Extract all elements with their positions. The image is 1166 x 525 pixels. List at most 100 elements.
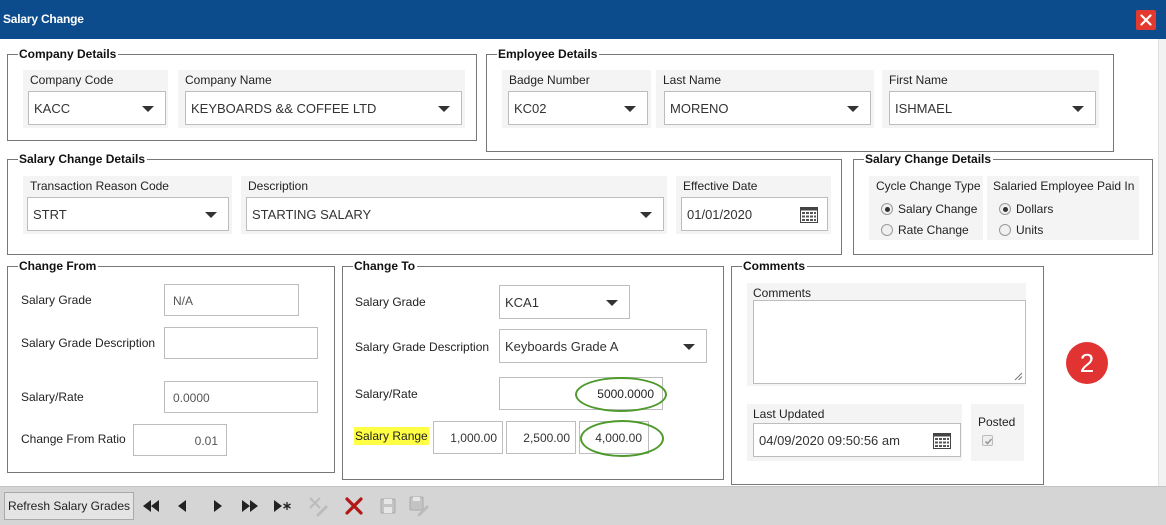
radio-dollars[interactable]: Dollars <box>999 202 1053 216</box>
comments-legend: Comments <box>743 259 806 273</box>
company-code-value: KACC <box>34 101 71 116</box>
salary-change-options-legend: Salary Change Details <box>865 152 992 166</box>
first-name-value: ISHMAEL <box>895 101 953 116</box>
company-details-legend: Company Details <box>19 47 117 61</box>
delete-icon[interactable] <box>343 495 365 517</box>
paid-in-group: Salaried Employee Paid In Dollars Units <box>987 176 1139 240</box>
transaction-reason-code-select[interactable]: STRT <box>27 197 229 231</box>
last-name-group: Last Name MORENO <box>656 70 874 128</box>
salary-range-min-value: 1,000.00 <box>450 431 497 445</box>
new-record-icon[interactable] <box>271 495 293 517</box>
salary-range-max-highlight-oval <box>580 420 664 457</box>
salary-range-label: Salary Range <box>354 427 429 445</box>
last-updated-input[interactable]: 04/09/2020 09:50:56 am <box>753 423 961 457</box>
company-name-group: Company Name KEYBOARDS && COFFEE LTD <box>178 70 465 128</box>
change-to-salary-rate-label: Salary/Rate <box>355 387 418 401</box>
last-updated-value: 04/09/2020 09:50:56 am <box>759 433 900 448</box>
paid-in-label: Salaried Employee Paid In <box>993 179 1135 193</box>
chevron-down-icon <box>438 106 450 112</box>
calendar-icon[interactable] <box>800 207 818 223</box>
save-icon[interactable] <box>377 495 399 517</box>
description-group: Description STARTING SALARY <box>241 176 667 234</box>
transaction-reason-code-label: Transaction Reason Code <box>30 179 169 193</box>
first-record-icon[interactable] <box>140 495 162 517</box>
transaction-reason-code-group: Transaction Reason Code STRT <box>23 176 232 234</box>
effective-date-value: 01/01/2020 <box>687 207 753 222</box>
description-select[interactable]: STARTING SALARY <box>246 197 664 231</box>
resize-grip-icon[interactable] <box>1014 372 1023 381</box>
transaction-reason-code-value: STRT <box>33 207 67 222</box>
change-from-ratio-value: 0.01 <box>194 434 218 448</box>
salary-range-label-text: Salary Range <box>354 427 429 445</box>
last-updated-label: Last Updated <box>753 407 825 421</box>
badge-number-select[interactable]: KC02 <box>508 91 648 125</box>
chevron-down-icon <box>142 106 154 112</box>
last-updated-group: Last Updated 04/09/2020 09:50:56 am <box>747 404 962 461</box>
comments-label: Comments <box>753 286 812 300</box>
chevron-down-icon <box>624 106 636 112</box>
radio-rate-change[interactable]: Rate Change <box>881 223 969 237</box>
last-record-icon[interactable] <box>239 495 261 517</box>
effective-date-label: Effective Date <box>683 179 758 193</box>
effective-date-input[interactable]: 01/01/2020 <box>681 197 828 231</box>
chevron-down-icon <box>1072 106 1084 112</box>
radio-button-icon[interactable] <box>881 224 893 236</box>
description-label: Description <box>248 179 309 193</box>
effective-date-group: Effective Date 01/01/2020 <box>676 176 831 234</box>
radio-units-label: Units <box>1016 223 1044 237</box>
change-from-legend: Change From <box>19 259 97 273</box>
chevron-down-icon <box>640 212 652 218</box>
change-to-legend: Change To <box>354 259 416 273</box>
change-to-grade-description-label: Salary Grade Description <box>355 340 490 354</box>
posted-checkbox[interactable] <box>982 435 993 446</box>
company-name-label: Company Name <box>185 73 272 87</box>
company-name-select[interactable]: KEYBOARDS && COFFEE LTD <box>185 91 462 125</box>
radio-salary-change-label: Salary Change <box>898 202 978 216</box>
close-button[interactable] <box>1136 10 1156 30</box>
change-from-ratio-input[interactable]: 0.01 <box>133 424 227 456</box>
change-to-grade-description-select[interactable]: Keyboards Grade A <box>499 329 707 363</box>
radio-units[interactable]: Units <box>999 223 1043 237</box>
change-to-salary-grade-value: KCA1 <box>505 295 539 310</box>
company-code-select[interactable]: KACC <box>28 91 166 125</box>
change-from-salary-rate-input[interactable]: 0.0000 <box>164 381 318 413</box>
chevron-down-icon <box>606 300 618 306</box>
change-to-grade-description-value: Keyboards Grade A <box>505 339 619 354</box>
salary-range-min-input[interactable]: 1,000.00 <box>433 421 503 454</box>
last-name-select[interactable]: MORENO <box>664 91 871 125</box>
posted-label: Posted <box>978 415 1016 429</box>
save-edit-icon[interactable] <box>408 495 430 517</box>
first-name-group: First Name ISHMAEL <box>882 70 1099 128</box>
radio-rate-change-label: Rate Change <box>898 223 969 237</box>
radio-dollars-label: Dollars <box>1016 202 1054 216</box>
radio-button-icon[interactable] <box>999 224 1011 236</box>
last-name-label: Last Name <box>663 73 722 87</box>
refresh-salary-grades-button[interactable]: Refresh Salary Grades <box>4 492 134 520</box>
first-name-select[interactable]: ISHMAEL <box>889 91 1096 125</box>
change-from-grade-description-label: Salary Grade Description <box>21 336 156 350</box>
last-name-value: MORENO <box>670 101 729 116</box>
chevron-down-icon <box>205 212 217 218</box>
first-name-label: First Name <box>889 73 948 87</box>
change-to-salary-grade-label: Salary Grade <box>355 295 426 309</box>
description-value: STARTING SALARY <box>252 207 372 222</box>
change-from-salary-rate-label: Salary/Rate <box>21 390 84 404</box>
comments-textarea[interactable] <box>753 300 1026 384</box>
company-code-group: Company Code KACC <box>23 70 168 128</box>
edit-icon[interactable] <box>307 495 329 517</box>
title-bar: Salary Change <box>0 0 1166 39</box>
radio-salary-change[interactable]: Salary Change <box>881 202 977 216</box>
change-from-salary-grade-input[interactable]: N/A <box>164 284 299 316</box>
scrollbar-edge[interactable] <box>1158 39 1166 486</box>
change-to-salary-grade-select[interactable]: KCA1 <box>499 285 630 319</box>
change-from-grade-description-input[interactable] <box>164 327 318 359</box>
previous-record-icon[interactable] <box>172 495 194 517</box>
next-record-icon[interactable] <box>206 495 228 517</box>
radio-button-icon[interactable] <box>881 203 893 215</box>
radio-button-icon[interactable] <box>999 203 1011 215</box>
cycle-change-type-group: Cycle Change Type Salary Change Rate Cha… <box>869 176 983 240</box>
change-from-salary-grade-value: N/A <box>173 294 194 308</box>
calendar-icon[interactable] <box>933 433 951 449</box>
cycle-change-type-label: Cycle Change Type <box>876 179 981 193</box>
salary-range-mid-input[interactable]: 2,500.00 <box>506 421 576 454</box>
